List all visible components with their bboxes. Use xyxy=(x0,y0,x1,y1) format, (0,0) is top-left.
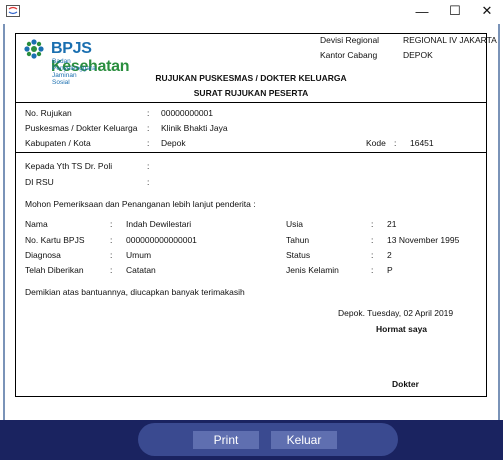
colon: : xyxy=(147,177,150,187)
doc-subtitle: SURAT RUJUKAN PESERTA xyxy=(193,88,309,98)
status-value: 2 xyxy=(387,250,392,260)
minimize-icon: — xyxy=(415,3,429,19)
nama-value: Indah Dewilestari xyxy=(126,219,192,229)
bpjs-logo: BPJS Kesehatan Badan Penyelenggara Jamin… xyxy=(23,38,130,86)
colon: : xyxy=(371,235,374,245)
usia-label: Usia xyxy=(286,219,304,229)
puskesmas-label: Puskesmas / Dokter Keluarga xyxy=(25,123,138,133)
colon: : xyxy=(371,265,374,275)
divider xyxy=(16,152,486,153)
puskesmas-value: Klinik Bhakti Jaya xyxy=(161,123,228,133)
colon: : xyxy=(147,161,150,171)
kode-label: Kode xyxy=(366,138,386,148)
minimize-button[interactable]: — xyxy=(405,0,439,22)
keluar-button[interactable]: Keluar xyxy=(271,431,337,449)
kabupaten-value: Depok xyxy=(161,138,186,148)
jenis-kelamin-value: P xyxy=(387,265,393,275)
logo-brand-bpjs: BPJS xyxy=(51,40,92,57)
diberikan-value: Catatan xyxy=(126,265,156,275)
tahun-value: 13 November 1995 xyxy=(387,235,460,245)
colon: : xyxy=(147,108,150,118)
colon: : xyxy=(371,250,374,260)
diagnosa-value: Umum xyxy=(126,250,152,260)
dokter-signature: Dokter xyxy=(392,379,419,389)
no-rujukan-label: No. Rujukan xyxy=(25,108,72,118)
place-date: Depok. Tuesday, 02 April 2019 xyxy=(338,308,454,318)
kabupaten-label: Kabupaten / Kota xyxy=(25,138,91,148)
kantor-value: DEPOK xyxy=(403,50,433,60)
kepada-label: Kepada Yth TS Dr. Poli xyxy=(25,161,113,171)
mohon-text: Mohon Pemeriksaan dan Penanganan lebih l… xyxy=(25,199,256,209)
closing-text: Demikian atas bantuannya, diucapkan bany… xyxy=(25,287,245,297)
devisi-value: REGIONAL IV JAKARTA xyxy=(403,35,497,45)
doc-title: RUJUKAN PUSKESMAS / DOKTER KELUARGA xyxy=(155,73,347,83)
devisi-label: Devisi Regional xyxy=(320,35,380,45)
colon: : xyxy=(110,265,113,275)
diagnosa-label: Diagnosa xyxy=(25,250,61,260)
jenis-kelamin-label: Jenis Kelamin xyxy=(286,265,339,275)
title-bar: — ☐ ✕ xyxy=(0,0,503,24)
java-app-icon xyxy=(6,5,20,17)
colon: : xyxy=(147,138,150,148)
tahun-label: Tahun xyxy=(286,235,310,245)
di-rsu-label: DI RSU xyxy=(25,177,54,187)
kartu-value: 000000000000001 xyxy=(126,235,197,245)
kode-value: 16451 xyxy=(410,138,434,148)
no-rujukan-value: 00000000001 xyxy=(161,108,214,118)
print-button[interactable]: Print xyxy=(193,431,259,449)
colon: : xyxy=(371,219,374,229)
button-pill: Print Keluar xyxy=(138,423,398,456)
button-bar: Print Keluar xyxy=(0,420,503,460)
kantor-label: Kantor Cabang xyxy=(320,50,378,60)
divider xyxy=(16,102,486,103)
colon: : xyxy=(394,138,397,148)
close-icon: ✕ xyxy=(481,3,493,18)
hormat-saya: Hormat saya xyxy=(376,324,428,334)
maximize-button[interactable]: ☐ xyxy=(438,0,472,22)
bpjs-emblem-icon xyxy=(24,39,44,59)
usia-value: 21 xyxy=(387,219,397,229)
colon: : xyxy=(110,235,113,245)
colon: : xyxy=(110,250,113,260)
referral-document: BPJS Kesehatan Badan Penyelenggara Jamin… xyxy=(15,33,497,397)
maximize-icon: ☐ xyxy=(449,3,461,18)
diberikan-label: Telah Diberikan xyxy=(25,265,84,275)
close-button[interactable]: ✕ xyxy=(470,0,503,22)
colon: : xyxy=(147,123,150,133)
kartu-label: No. Kartu BPJS xyxy=(25,235,85,245)
status-label: Status xyxy=(286,250,311,260)
colon: : xyxy=(110,219,113,229)
nama-label: Nama xyxy=(25,219,48,229)
